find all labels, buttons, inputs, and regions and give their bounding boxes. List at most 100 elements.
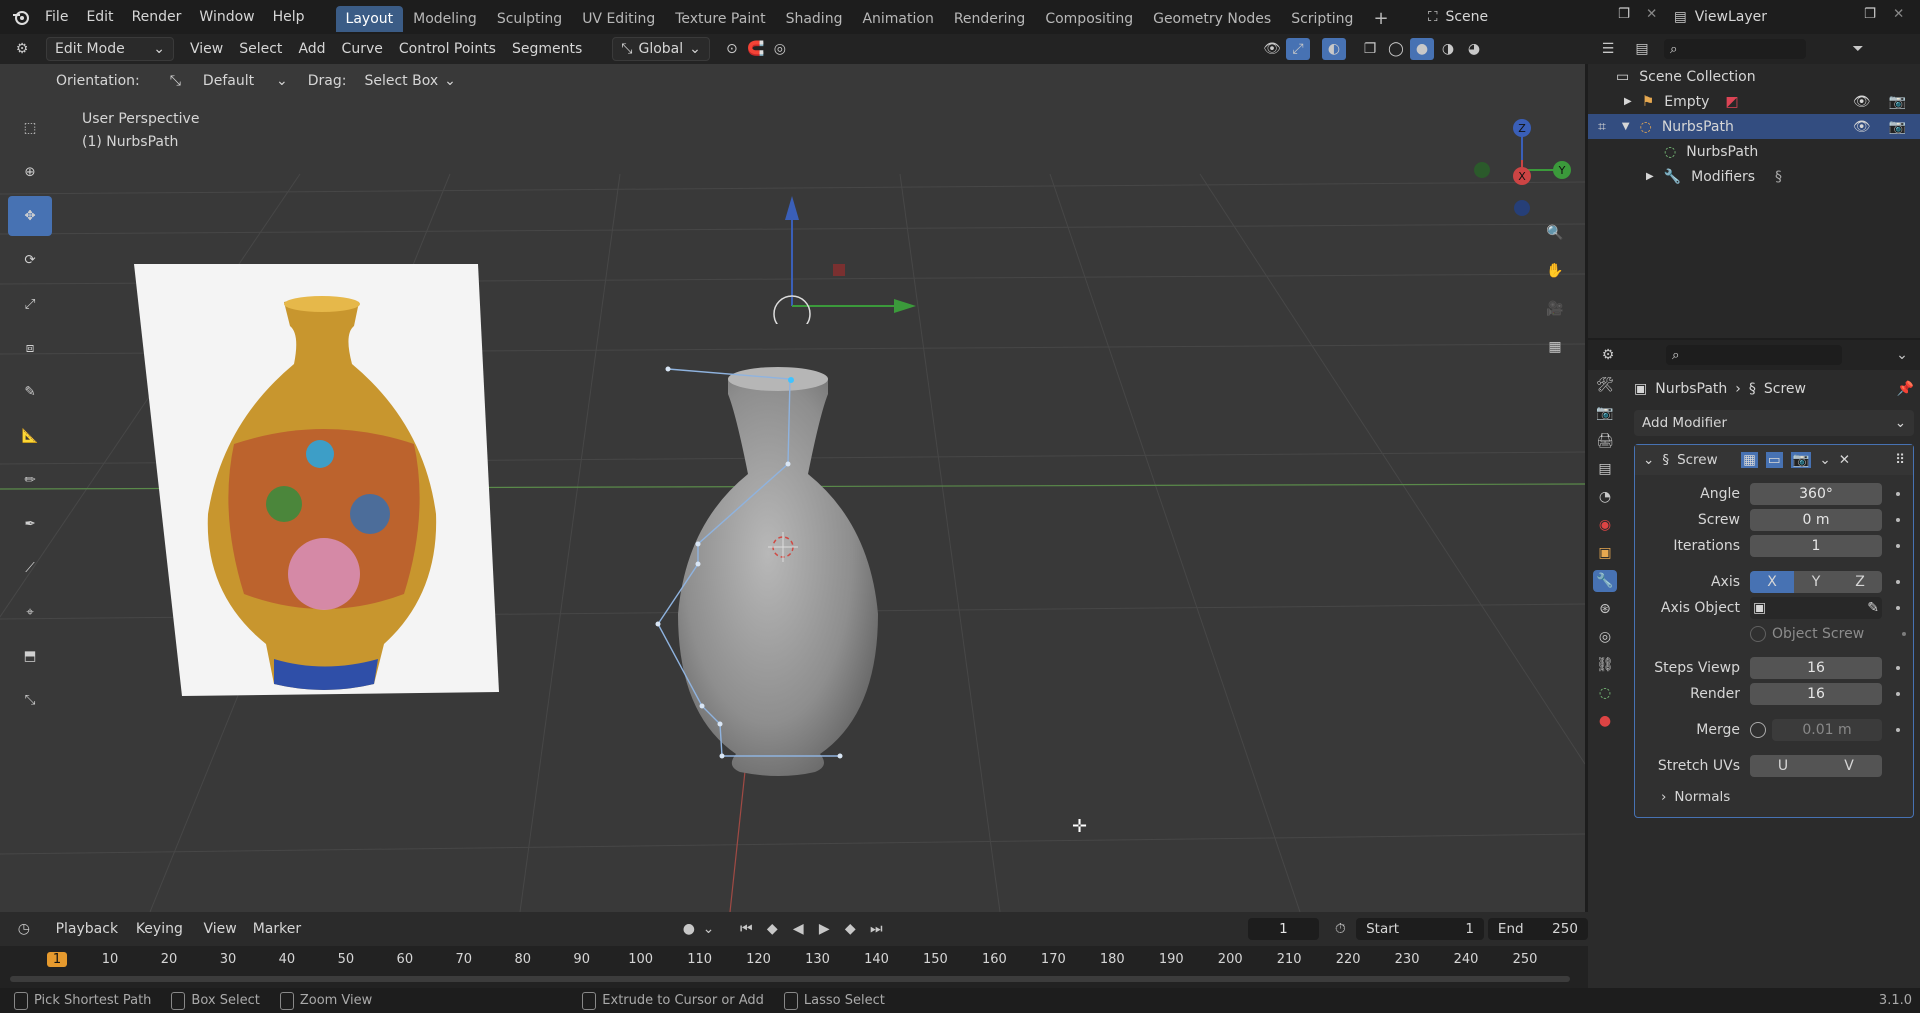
outliner-item-empty[interactable]: ▶ ⚑ Empty ◩ 👁 📷: [1588, 89, 1920, 114]
menu-marker[interactable]: Marker: [245, 918, 309, 940]
merge-checkbox[interactable]: [1750, 722, 1766, 738]
axis-x-button[interactable]: X: [1750, 571, 1794, 593]
render-camera-icon[interactable]: 📷: [1889, 119, 1906, 135]
tilt-tool-icon[interactable]: ⟋: [8, 548, 52, 588]
draw-tool-icon[interactable]: ✏: [8, 460, 52, 500]
scene-selector[interactable]: ⛶ Scene: [1428, 4, 1488, 30]
render-toggle-icon[interactable]: 📷: [1790, 452, 1812, 468]
outliner-item-nurbspath[interactable]: ⌗ ▼ ◌ NurbsPath 👁 📷: [1588, 114, 1920, 139]
keyframe-dot-icon[interactable]: [1896, 580, 1900, 584]
stretch-v-button[interactable]: V: [1816, 755, 1882, 777]
properties-search-input[interactable]: ⌕: [1666, 345, 1842, 365]
keyframe-dot-icon[interactable]: [1896, 728, 1900, 732]
data-tab-icon[interactable]: ◌: [1593, 682, 1617, 704]
axis-y-button[interactable]: Y: [1794, 571, 1838, 593]
xray-icon[interactable]: ❐: [1358, 38, 1382, 60]
normals-subpanel[interactable]: › Normals: [1635, 783, 1913, 811]
record-icon[interactable]: ●: [679, 918, 699, 940]
merge-field[interactable]: 0.01 m: [1772, 719, 1882, 741]
stopwatch-icon[interactable]: ⏱: [1331, 918, 1351, 940]
editor-type-icon[interactable]: ◷: [14, 918, 34, 940]
3d-viewport[interactable]: User Perspective (1) NurbsPath ✛ Z Y X 🔍…: [0, 64, 1585, 912]
jump-start-icon[interactable]: ⏮: [734, 918, 758, 940]
tab-geometry-nodes[interactable]: Geometry Nodes: [1143, 6, 1281, 32]
chevron-down-icon[interactable]: ⌄: [699, 918, 719, 940]
menu-window[interactable]: Window: [190, 0, 263, 34]
tab-rendering[interactable]: Rendering: [944, 6, 1036, 32]
material-shading-icon[interactable]: ◑: [1436, 38, 1460, 60]
proportional-edit-icon[interactable]: ◎: [768, 38, 792, 60]
add-workspace-button[interactable]: +: [1363, 6, 1398, 32]
visibility-icon[interactable]: 👁: [1260, 38, 1284, 60]
solid-shading-icon[interactable]: ●: [1410, 38, 1434, 60]
material-tab-icon[interactable]: ●: [1593, 710, 1617, 732]
vase-mesh[interactable]: [640, 244, 940, 784]
measure-tool-icon[interactable]: 📐: [8, 416, 52, 456]
display-mode-icon[interactable]: ▤: [1630, 38, 1654, 60]
navigation-gizmo[interactable]: Z Y X: [1470, 108, 1580, 228]
screw-field[interactable]: 0 m: [1750, 509, 1882, 531]
tab-compositing[interactable]: Compositing: [1035, 6, 1143, 32]
radius-tool-icon[interactable]: ⌖: [8, 592, 52, 632]
menu-help[interactable]: Help: [264, 0, 314, 34]
object-screw-checkbox[interactable]: [1750, 626, 1766, 642]
tab-uv-editing[interactable]: UV Editing: [572, 6, 665, 32]
outliner-item-nurbspath-data[interactable]: ◌ NurbsPath: [1588, 139, 1920, 164]
menu-select[interactable]: Select: [231, 38, 290, 60]
3d-cursor-icon[interactable]: [768, 532, 798, 562]
mode-dropdown[interactable]: Edit Mode ⌄: [46, 37, 174, 61]
start-frame-field[interactable]: Start 1: [1356, 918, 1484, 940]
transform-tool-icon[interactable]: ⧈: [8, 328, 52, 368]
eyedropper-icon[interactable]: ✎: [1867, 600, 1879, 616]
menu-curve[interactable]: Curve: [334, 38, 391, 60]
wireframe-shading-icon[interactable]: ◯: [1384, 38, 1408, 60]
extrude-tool-icon[interactable]: ⬒: [8, 636, 52, 676]
menu-control-points[interactable]: Control Points: [391, 38, 504, 60]
keyframe-dot-icon[interactable]: [1896, 544, 1900, 548]
tab-sculpting[interactable]: Sculpting: [487, 6, 572, 32]
select-box-tool-icon[interactable]: ⬚: [8, 108, 52, 148]
close-icon[interactable]: ✕: [1839, 452, 1850, 468]
drag-handle-icon[interactable]: ⠿: [1895, 452, 1905, 468]
tab-animation[interactable]: Animation: [852, 6, 943, 32]
output-tab-icon[interactable]: 🖨: [1593, 430, 1617, 452]
viewlayer-selector[interactable]: ▤ ViewLayer: [1674, 4, 1767, 30]
chevron-down-icon[interactable]: ⌄: [1643, 452, 1654, 468]
menu-edit[interactable]: Edit: [77, 0, 122, 34]
pivot-icon[interactable]: ⊙: [720, 38, 744, 60]
axis-z-button[interactable]: Z: [1838, 571, 1882, 593]
edit-mode-toggle-icon[interactable]: ▦: [1741, 452, 1758, 468]
current-frame-marker[interactable]: 1: [47, 952, 67, 967]
render-steps-field[interactable]: 16: [1750, 683, 1882, 705]
outliner-search-input[interactable]: ⌕: [1664, 39, 1806, 59]
drag-dropdown[interactable]: Select Box ⌄: [364, 73, 455, 89]
keyframe-dot-icon[interactable]: [1896, 492, 1900, 496]
iterations-field[interactable]: 1: [1750, 535, 1882, 557]
zoom-icon[interactable]: 🔍: [1540, 218, 1570, 248]
timeline-ruler[interactable]: 1 10 20 30 40 50 60 70 80 90 100 110 120 130 140 150 160…: [0, 946, 1588, 988]
randomize-tool-icon[interactable]: ⤡: [8, 680, 52, 720]
keyframe-dot-icon[interactable]: [1896, 666, 1900, 670]
menu-playback[interactable]: Playback ⌄: [48, 918, 128, 959]
filter-icon[interactable]: ⏷: [1846, 38, 1870, 60]
gizmo-toggle-icon[interactable]: ⤢: [1286, 38, 1310, 60]
overlay-toggle-icon[interactable]: ◐: [1322, 38, 1346, 60]
rendered-shading-icon[interactable]: ◕: [1462, 38, 1486, 60]
next-keyframe-icon[interactable]: ◆: [838, 918, 862, 940]
menu-keying[interactable]: Keying ⌄: [128, 918, 196, 959]
tool-tab-icon[interactable]: 🛠: [1593, 374, 1617, 396]
camera-view-icon[interactable]: 🎥: [1540, 294, 1570, 324]
object-tab-icon[interactable]: ▣: [1593, 542, 1617, 564]
copy-viewlayer-icon[interactable]: ❐: [1864, 6, 1876, 22]
view-layer-tab-icon[interactable]: ▤: [1593, 458, 1617, 480]
keyframe-dot-icon[interactable]: [1896, 606, 1900, 610]
remove-scene-icon[interactable]: ✕: [1646, 6, 1657, 22]
blender-logo-icon[interactable]: [6, 6, 36, 28]
world-tab-icon[interactable]: ◉: [1593, 514, 1617, 536]
physics-tab-icon[interactable]: ◎: [1593, 626, 1617, 648]
jump-end-icon[interactable]: ⏭: [864, 918, 888, 940]
copy-scene-icon[interactable]: ❐: [1618, 6, 1630, 22]
tab-scripting[interactable]: Scripting: [1281, 6, 1363, 32]
add-modifier-dropdown[interactable]: Add Modifier ⌄: [1634, 410, 1914, 436]
prev-keyframe-icon[interactable]: ◆: [760, 918, 784, 940]
